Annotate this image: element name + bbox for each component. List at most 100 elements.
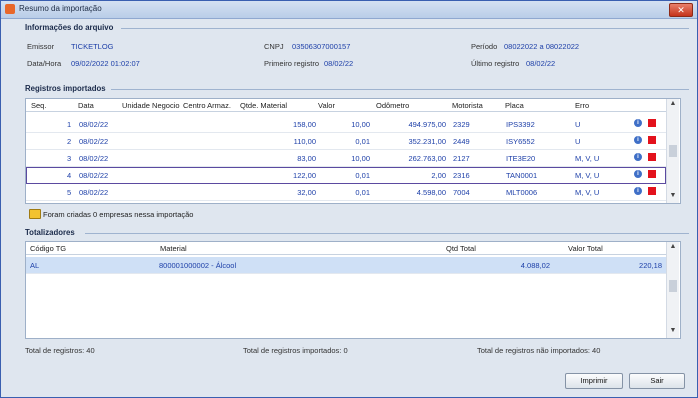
cell-erro: M, V, U [575, 171, 600, 180]
table-row[interactable]: 2 08/02/22 110,00 0,01 352.231,00 2449 I… [26, 133, 666, 150]
cell-motorista: 2316 [453, 171, 470, 180]
col-unidade[interactable]: Unidade Negocio [122, 101, 180, 110]
totalizadores-table[interactable]: Código TG Material Qtd Total Valor Total… [25, 241, 681, 339]
cell-codigo: AL [30, 261, 40, 270]
cell-placa: TAN0001 [506, 171, 538, 180]
window-title: Resumo da importação [19, 4, 102, 13]
registros-header: Seq. Data Unidade Negocio Centro Armaz. … [26, 99, 666, 112]
cell-data: 08/02/22 [79, 137, 109, 146]
registros-scrollbar[interactable]: ▲ ▼ [666, 99, 679, 203]
error-flag-icon [648, 187, 656, 195]
error-flag-icon [648, 136, 656, 144]
cell-odometro: 4.598,00 [416, 188, 446, 197]
cell-data: 08/02/22 [79, 171, 109, 180]
cell-seq: 3 [67, 154, 72, 163]
cell-valor: 10,00 [351, 154, 370, 163]
info-icon[interactable]: i [634, 153, 642, 161]
table-row[interactable]: 5 08/02/22 32,00 0,01 4.598,00 7004 MLT0… [26, 184, 666, 201]
col-codigo[interactable]: Código TG [30, 244, 66, 253]
col-motorista[interactable]: Motorista [452, 101, 483, 110]
table-row-selected[interactable]: 4 08/02/22 122,00 0,01 2,00 2316 TAN0001… [26, 167, 666, 184]
scroll-up-icon[interactable]: ▲ [667, 99, 679, 109]
file-info-title: Informações do arquivo [25, 23, 114, 32]
cell-data: 08/02/22 [79, 154, 109, 163]
cell-odometro: 2,00 [431, 171, 446, 180]
cell-odometro: 262.763,00 [408, 154, 446, 163]
error-flag-icon [648, 119, 656, 127]
cell-qtde: 83,00 [297, 154, 316, 163]
cell-qtde: 158,00 [293, 120, 316, 129]
cell-erro: U [575, 137, 581, 146]
col-valor-total[interactable]: Valor Total [568, 244, 603, 253]
col-centro[interactable]: Centro Armaz. [183, 101, 231, 110]
total-nao-importados: Total de registros não importados: 40 [477, 346, 601, 355]
scroll-thumb[interactable] [669, 145, 677, 157]
cell-valor: 0,01 [355, 137, 370, 146]
scroll-thumb[interactable] [669, 280, 677, 292]
empresas-note: Foram criadas 0 empresas nessa importaçã… [43, 210, 194, 219]
cell-qtde: 110,00 [293, 137, 316, 146]
col-valor[interactable]: Valor [318, 101, 335, 110]
col-qtde[interactable]: Qtde. Material [240, 101, 287, 110]
totalizadores-scrollbar[interactable]: ▲ ▼ [666, 242, 679, 338]
divider [121, 28, 689, 29]
cell-motorista: 2449 [453, 137, 470, 146]
table-row[interactable]: 3 08/02/22 83,00 10,00 262.763,00 2127 I… [26, 150, 666, 167]
cell-valor: 10,00 [351, 120, 370, 129]
cnpj-label: CNPJ [264, 42, 284, 51]
periodo-value: 08022022 a 08022022 [504, 42, 580, 51]
col-data[interactable]: Data [78, 101, 94, 110]
cell-erro: M, V, U [575, 154, 600, 163]
cell-odometro: 494.975,00 [408, 120, 446, 129]
cell-placa: MLT0006 [506, 188, 538, 197]
totalizadores-header: Código TG Material Qtd Total Valor Total [26, 242, 666, 255]
cnpj-value: 03506307000157 [292, 42, 351, 51]
cell-placa: IPS3392 [506, 120, 535, 129]
info-icon[interactable]: i [634, 187, 642, 195]
registros-table[interactable]: Seq. Data Unidade Negocio Centro Armaz. … [25, 98, 681, 204]
cell-valor: 0,01 [355, 171, 370, 180]
col-seq[interactable]: Seq. [31, 101, 46, 110]
cell-data: 08/02/22 [79, 188, 109, 197]
cell-qtde: 32,00 [297, 188, 316, 197]
scroll-down-icon[interactable]: ▼ [667, 191, 679, 201]
sair-button[interactable]: Sair [629, 373, 685, 389]
error-flag-icon [648, 170, 656, 178]
cell-erro: M, V, U [575, 188, 600, 197]
table-row[interactable]: 1 08/02/22 158,00 10,00 494.975,00 2329 … [26, 116, 666, 133]
info-icon[interactable]: i [634, 170, 642, 178]
close-button[interactable]: ✕ [669, 3, 693, 17]
warning-folder-icon [29, 209, 41, 219]
info-icon[interactable]: i [634, 136, 642, 144]
cell-qtd-total: 4.088,02 [520, 261, 550, 270]
title-bar: Resumo da importação ✕ [1, 1, 697, 19]
cell-qtde: 122,00 [293, 171, 316, 180]
emissor-value: TICKETLOG [71, 42, 114, 51]
import-summary-window: Resumo da importação ✕ Informações do ar… [0, 0, 698, 398]
cell-motorista: 7004 [453, 188, 470, 197]
cell-placa: ISY6552 [506, 137, 535, 146]
total-registros: Total de registros: 40 [25, 346, 95, 355]
cell-seq: 2 [67, 137, 72, 146]
imprimir-button[interactable]: Imprimir [565, 373, 623, 389]
periodo-label: Período [471, 42, 498, 51]
cell-data: 08/02/22 [79, 120, 109, 129]
cell-material: 800001000002 - Álcool [159, 261, 237, 270]
table-row-selected[interactable]: AL 800001000002 - Álcool 4.088,02 220,18 [26, 257, 666, 274]
scroll-up-icon[interactable]: ▲ [667, 242, 679, 252]
col-material[interactable]: Material [160, 244, 187, 253]
col-qtd-total[interactable]: Qtd Total [446, 244, 476, 253]
app-icon [5, 4, 15, 14]
info-icon[interactable]: i [634, 119, 642, 127]
scroll-down-icon[interactable]: ▼ [667, 326, 679, 336]
col-placa[interactable]: Placa [505, 101, 524, 110]
primeiro-registro-value: 08/02/22 [324, 59, 354, 68]
divider [111, 89, 689, 90]
cell-valor-total: 220,18 [639, 261, 662, 270]
total-importados: Total de registros importados: 0 [243, 346, 348, 355]
col-odometro[interactable]: Odômetro [376, 101, 409, 110]
col-erro[interactable]: Erro [575, 101, 589, 110]
cell-odometro: 352.231,00 [408, 137, 446, 146]
ultimo-registro-label: Último registro [471, 59, 520, 68]
primeiro-registro-label: Primeiro registro [264, 59, 320, 68]
